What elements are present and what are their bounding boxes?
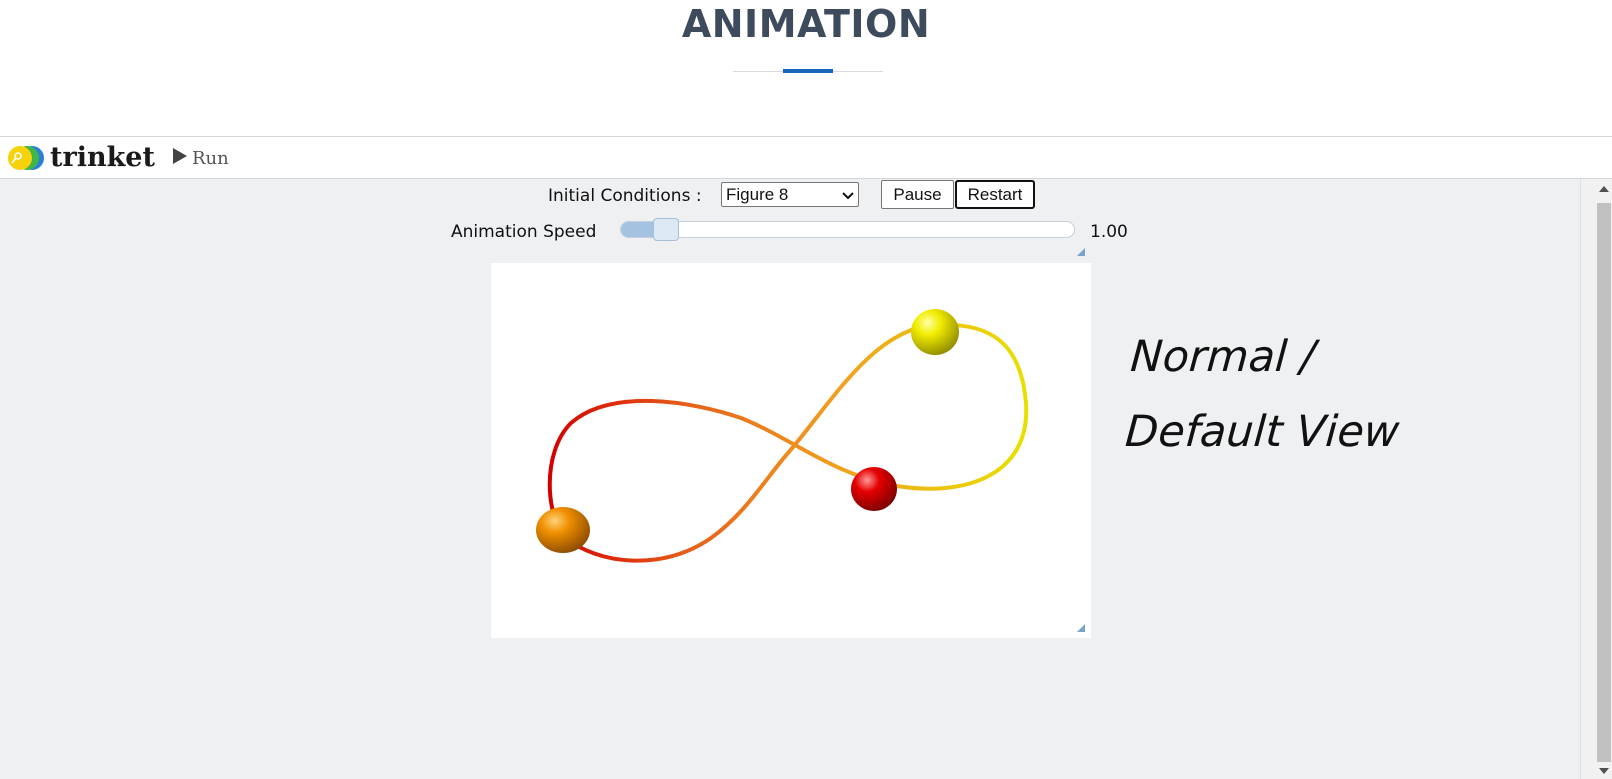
restart-button[interactable]: Restart: [955, 180, 1035, 209]
orbit-scene: [536, 309, 1029, 563]
run-button[interactable]: Run: [172, 146, 229, 170]
title-accent-bar: [783, 69, 833, 73]
annotation-line-1: Normal /: [1128, 332, 1317, 382]
animation-speed-label: Animation Speed: [451, 222, 597, 242]
view-annotation: Normal / Default View: [1123, 320, 1407, 470]
animation-speed-row: Animation Speed: [451, 219, 596, 245]
page-title: ANIMATION: [681, 2, 931, 46]
yellow-body: [911, 309, 959, 355]
trinket-wordmark: trinket: [50, 142, 155, 173]
animation-speed-value: 1.00: [1090, 222, 1128, 242]
trinket-logo-icon: [6, 144, 46, 172]
trinket-logo[interactable]: trinket: [6, 144, 155, 172]
resize-grip-icon[interactable]: [1077, 248, 1085, 256]
initial-conditions-select[interactable]: Figure 8: [721, 182, 859, 207]
orange-body: [536, 507, 590, 553]
scrollbar-thumb[interactable]: [1597, 203, 1611, 762]
initial-conditions-row: Initial Conditions :: [548, 183, 702, 209]
play-icon: [172, 147, 188, 169]
initial-conditions-label: Initial Conditions :: [548, 186, 702, 206]
run-label: Run: [192, 147, 229, 169]
pause-button[interactable]: Pause: [881, 180, 954, 209]
initial-conditions-value: Figure 8: [726, 184, 789, 204]
figure-8-orbit-path: [547, 322, 1029, 563]
chevron-down-icon: [842, 185, 854, 205]
animation-speed-slider[interactable]: [620, 218, 1075, 241]
page-header: ANIMATION: [0, 0, 1612, 137]
vertical-scrollbar[interactable]: [1580, 179, 1612, 779]
canvas-resize-grip-icon[interactable]: [1077, 624, 1085, 632]
annotation-line-2: Default View: [1123, 407, 1401, 457]
scroll-down-arrow-icon[interactable]: [1599, 768, 1609, 774]
red-body: [851, 467, 897, 511]
scrollbar-divider: [1580, 179, 1581, 779]
slider-handle[interactable]: [653, 218, 679, 241]
animation-speed-readout: 1.00: [1090, 219, 1128, 245]
trinket-toolbar: trinket Run: [0, 137, 1612, 179]
animation-canvas[interactable]: [491, 263, 1091, 638]
scroll-up-arrow-icon[interactable]: [1599, 186, 1609, 192]
